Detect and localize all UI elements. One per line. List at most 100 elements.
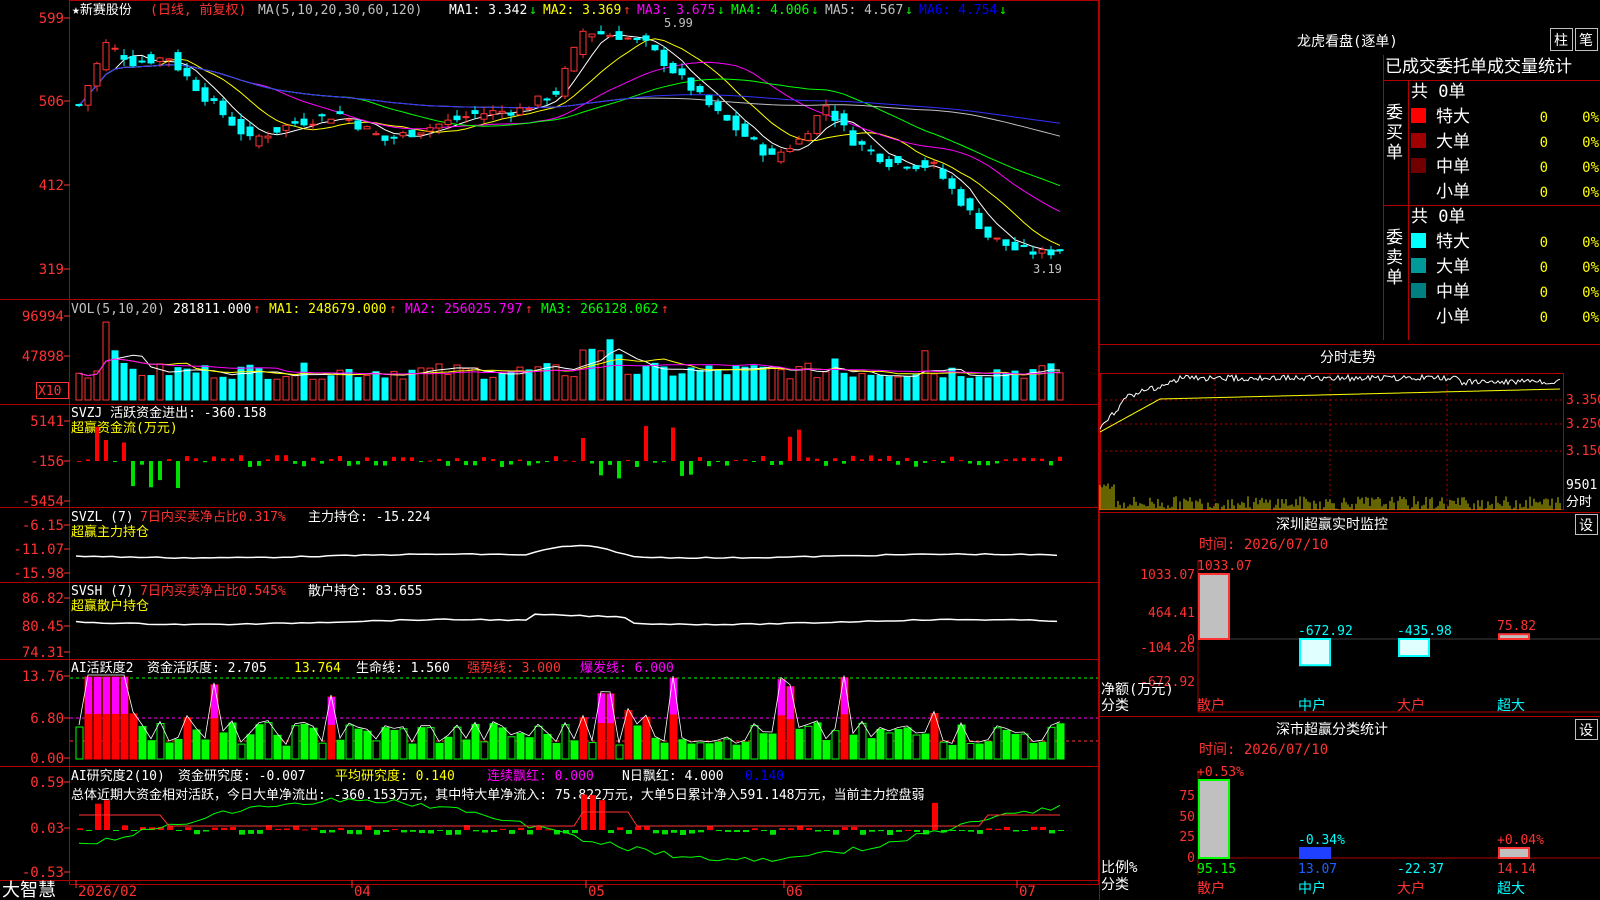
volume-ma-lines <box>78 348 1061 377</box>
monitor-bar-label: 1033.07 <box>1197 559 1252 574</box>
header-value-5: MA6: 4.754 <box>919 3 997 18</box>
volume-bar <box>84 377 92 401</box>
ai-research-bar <box>995 828 1001 830</box>
svzl-axis: -6.15 -11.07 -15.98 <box>13 518 70 582</box>
order-type: 中单 <box>1436 157 1470 177</box>
volume-title: VOL(5,10,20) <box>71 302 165 317</box>
candle-body <box>273 127 281 133</box>
candle-body <box>309 123 317 126</box>
svzj-axis: 5141 -156 -5454 <box>22 414 70 510</box>
ai-research-bar <box>959 830 965 831</box>
candle-body <box>183 67 191 77</box>
side-label-char: 单 <box>1386 143 1403 163</box>
ai-active-bar <box>642 716 651 760</box>
candle-body <box>561 67 569 97</box>
candle-body <box>156 57 164 63</box>
ai-active-bar <box>894 728 903 760</box>
volume-bar <box>327 375 335 401</box>
ai-active-bar <box>282 745 291 760</box>
ai-active-bar <box>291 725 300 760</box>
header-value-2: MA2: 256025.797 <box>405 302 522 317</box>
bar-mode-button[interactable]: 柱 <box>1550 28 1573 51</box>
candle-body <box>1047 249 1055 256</box>
candle-body <box>660 49 668 67</box>
tick-mode-button[interactable]: 笔 <box>1575 28 1598 51</box>
intraday-tag: 分时 <box>1566 495 1592 510</box>
axis-label: 412 <box>39 178 64 194</box>
volume-bar <box>471 367 479 401</box>
ai-active-bar <box>372 740 381 760</box>
svzj-bar <box>518 459 522 461</box>
candle-body <box>372 133 380 136</box>
intraday-volume-label: 9501 <box>1566 478 1597 493</box>
ai-active-bar <box>588 742 597 760</box>
candle-body <box>624 37 632 40</box>
ai-research-bar <box>1022 830 1028 831</box>
price-axis: 599 506 412 319 <box>39 11 70 278</box>
candle-body <box>552 91 560 95</box>
order-color-swatch <box>1411 108 1426 123</box>
candle-body <box>255 135 263 147</box>
svzj-bar <box>842 461 846 464</box>
svzj-bar <box>1049 461 1053 466</box>
axis-label: 74.31 <box>22 645 64 661</box>
volume-bar <box>453 364 461 401</box>
volume-bar <box>912 374 920 401</box>
svzj-bar <box>464 461 468 466</box>
volume-bar <box>561 375 569 401</box>
ai-active-burst <box>211 684 218 719</box>
ai-research-bar <box>644 826 650 830</box>
volume-bar <box>831 358 839 401</box>
class-settings-label[interactable]: 设 <box>1579 723 1593 739</box>
volume-bar <box>867 374 875 401</box>
volume-bar <box>480 378 488 401</box>
ai-active-bar <box>435 742 444 760</box>
svzj-bar <box>878 458 882 461</box>
ai-research-bar <box>185 827 191 830</box>
axis-label: 47898 <box>22 349 64 365</box>
volume-bar <box>876 375 884 401</box>
volume-unit-tag: X10 <box>38 384 61 399</box>
candle-body <box>507 112 515 116</box>
ai-active-bar <box>138 726 147 760</box>
svzj-bar <box>176 461 180 489</box>
order-pct: 0% <box>1582 160 1599 176</box>
bar-mode-label[interactable]: 柱 <box>1554 33 1568 49</box>
svzj-bar <box>590 461 594 464</box>
monitor-settings-label[interactable]: 设 <box>1579 518 1593 534</box>
order-total: 共 0单 <box>1411 207 1465 227</box>
ai-active-bar <box>363 730 372 760</box>
class-time: 时间: 2026/07/10 <box>1199 742 1328 758</box>
axis-label: 0.03 <box>30 821 64 837</box>
svzj-bar <box>95 426 99 461</box>
order-pct: 0% <box>1582 260 1599 276</box>
chart-stage[interactable]: ★新赛股份 (日线, 前复权) MA(5,10,20,30,60,120) MA… <box>0 0 1600 900</box>
ai-active-bar <box>831 730 840 760</box>
candle-body <box>678 68 686 76</box>
ai-active-bar <box>795 728 804 760</box>
svzj-bar <box>887 455 891 461</box>
order-type: 大单 <box>1436 257 1470 277</box>
ai-active-bar <box>723 738 732 760</box>
ai-active-bar <box>552 742 561 760</box>
ai-active-bar <box>156 723 165 760</box>
ai-active-bar <box>480 741 489 760</box>
svzj-bar <box>437 458 441 461</box>
ai-research-bar <box>950 830 956 831</box>
axis-label: -0.53 <box>22 865 64 881</box>
candle-body <box>822 105 830 116</box>
class-bar-pct: -0.34% <box>1298 833 1345 848</box>
svzj-bar <box>635 461 639 467</box>
ai-research-bar <box>392 829 398 831</box>
svzj-bar <box>554 456 558 461</box>
monitor-settings-button[interactable]: 设 <box>1575 514 1598 535</box>
candle-body <box>831 110 839 121</box>
tick-mode-label[interactable]: 笔 <box>1579 33 1593 49</box>
class-bar <box>1198 779 1230 859</box>
volume-bar <box>462 368 470 401</box>
ai-research-bar <box>86 830 92 831</box>
class-settings-button[interactable]: 设 <box>1575 719 1598 740</box>
ai-active-bars <box>70 674 1098 760</box>
ai-research-bar <box>509 830 515 834</box>
order-count: 0 <box>1540 235 1548 251</box>
